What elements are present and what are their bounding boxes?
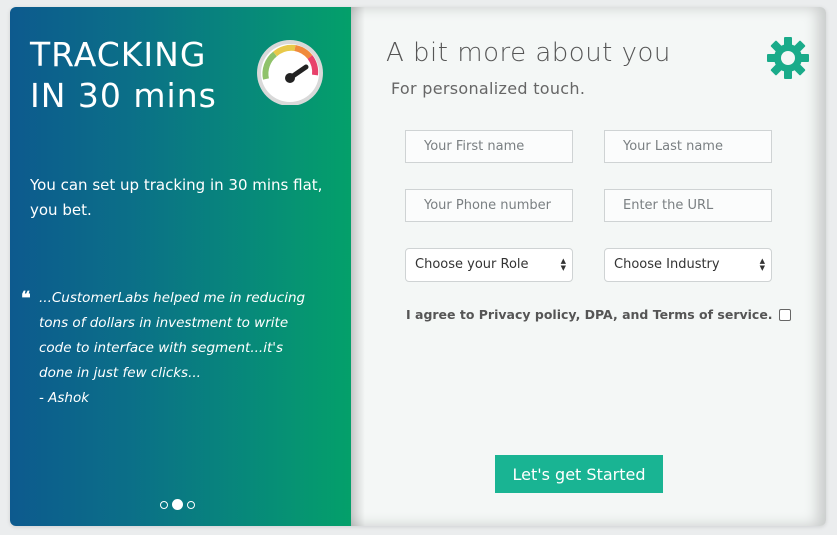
promo-headline: TRACKING IN 30 mins bbox=[30, 35, 217, 115]
agree-row: I agree to Privacy policy, DPA, and Term… bbox=[406, 307, 791, 322]
get-started-button[interactable]: Let's get Started bbox=[495, 455, 663, 493]
industry-select[interactable]: Choose Industry ▲ ▼ bbox=[604, 248, 772, 282]
last-name-input[interactable] bbox=[604, 130, 772, 163]
quote-icon: ❝ bbox=[21, 288, 31, 309]
promo-panel: TRACKING IN 30 mins You can set up track… bbox=[10, 7, 351, 526]
form-panel: A bit more about you For personalized to… bbox=[351, 7, 826, 526]
agree-label: I agree to Privacy policy, DPA, and Term… bbox=[406, 307, 773, 322]
carousel-dot-active[interactable] bbox=[172, 499, 183, 510]
updown-arrows-icon: ▲ ▼ bbox=[560, 257, 566, 272]
role-select[interactable]: Choose your Role ▲ ▼ bbox=[405, 248, 573, 282]
updown-arrows-icon: ▲ ▼ bbox=[759, 257, 765, 272]
testimonial-quote: ...CustomerLabs helped me in reducing to… bbox=[39, 290, 306, 406]
carousel-dots bbox=[160, 499, 195, 510]
industry-select-value: Choose Industry bbox=[614, 257, 720, 272]
speedometer-icon bbox=[257, 40, 323, 105]
carousel-dot[interactable] bbox=[160, 500, 168, 509]
onboarding-card: TRACKING IN 30 mins You can set up track… bbox=[10, 7, 826, 526]
promo-subtext: You can set up tracking in 30 mins flat,… bbox=[30, 176, 323, 219]
form-subtitle: For personalized touch. bbox=[391, 79, 586, 98]
role-select-value: Choose your Role bbox=[415, 257, 529, 272]
carousel-dot[interactable] bbox=[187, 500, 195, 509]
url-input[interactable] bbox=[604, 189, 772, 222]
form-title: A bit more about you bbox=[386, 38, 671, 68]
first-name-input[interactable] bbox=[405, 130, 573, 163]
gear-icon bbox=[767, 37, 809, 79]
phone-input[interactable] bbox=[405, 189, 573, 222]
agree-checkbox[interactable] bbox=[778, 308, 791, 321]
